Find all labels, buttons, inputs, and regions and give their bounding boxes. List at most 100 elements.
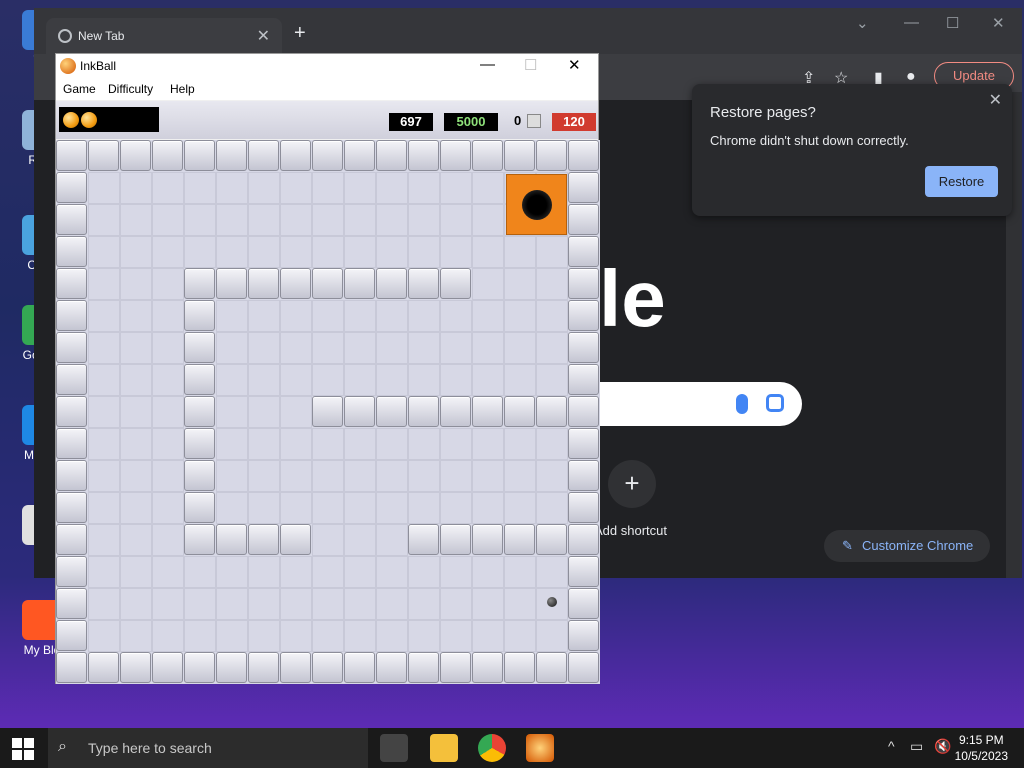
- floor-tile: [216, 172, 248, 204]
- floor-tile: [280, 396, 312, 428]
- clock[interactable]: 9:15 PM 10/5/2023: [955, 732, 1008, 764]
- close-icon[interactable]: ✕: [989, 90, 1002, 110]
- floor-tile: [248, 460, 280, 492]
- floor-tile: [152, 460, 184, 492]
- floor-tile: [408, 172, 440, 204]
- close-button[interactable]: ✕: [992, 14, 1005, 32]
- file-explorer-icon[interactable]: [430, 734, 458, 762]
- tab-search-icon[interactable]: ⌄: [856, 14, 869, 32]
- menu-help[interactable]: Help: [170, 82, 195, 96]
- floor-tile: [120, 556, 152, 588]
- floor-tile: [152, 524, 184, 556]
- task-view-icon[interactable]: [380, 734, 408, 762]
- wall-tile: [312, 652, 343, 683]
- windows-start-icon[interactable]: [12, 738, 34, 760]
- floor-tile: [88, 236, 120, 268]
- floor-tile: [536, 556, 568, 588]
- floor-tile: [344, 428, 376, 460]
- floor-tile: [152, 332, 184, 364]
- wall-tile: [56, 460, 87, 491]
- tab-new-tab[interactable]: New Tab ✕: [46, 18, 282, 54]
- minimize-button[interactable]: —: [904, 14, 919, 31]
- taskbar-search[interactable]: ⌕ Type here to search: [48, 728, 368, 768]
- game-board[interactable]: [56, 140, 600, 684]
- floor-tile: [312, 524, 344, 556]
- wall-tile: [344, 268, 375, 299]
- floor-tile: [280, 588, 312, 620]
- wall-tile: [184, 268, 215, 299]
- floor-tile: [504, 620, 536, 652]
- floor-tile: [88, 524, 120, 556]
- inkball-titlebar[interactable]: InkBall — ☐ ✕: [56, 54, 598, 78]
- floor-tile: [536, 236, 568, 268]
- floor-tile: [248, 556, 280, 588]
- timer-display: 120: [552, 113, 596, 131]
- lens-search-icon[interactable]: [766, 394, 784, 412]
- floor-tile: [216, 492, 248, 524]
- floor-tile: [280, 332, 312, 364]
- menu-difficulty[interactable]: Difficulty: [108, 82, 153, 96]
- wall-tile: [568, 332, 599, 363]
- minimize-button[interactable]: —: [480, 56, 495, 73]
- floor-tile: [152, 300, 184, 332]
- floor-tile: [408, 364, 440, 396]
- inkball-taskbar-icon[interactable]: [526, 734, 554, 762]
- new-tab-button[interactable]: +: [294, 22, 306, 45]
- wall-tile: [568, 460, 599, 491]
- close-button[interactable]: ✕: [568, 56, 581, 74]
- restore-title: Restore pages?: [710, 104, 816, 121]
- wall-tile: [568, 556, 599, 587]
- floor-tile: [376, 300, 408, 332]
- floor-tile: [88, 588, 120, 620]
- network-icon[interactable]: ▭: [910, 738, 923, 755]
- customize-chrome-button[interactable]: ✎ Customize Chrome: [824, 530, 990, 562]
- restore-pages-dialog: Restore pages? Chrome didn't shut down c…: [692, 84, 1012, 216]
- floor-tile: [440, 332, 472, 364]
- floor-tile: [88, 396, 120, 428]
- wall-tile: [152, 652, 183, 683]
- show-hidden-icons[interactable]: ^: [888, 738, 895, 754]
- wall-tile: [184, 300, 215, 331]
- wall-tile: [472, 524, 503, 555]
- floor-tile: [312, 460, 344, 492]
- floor-tile: [376, 620, 408, 652]
- wall-tile: [216, 140, 247, 171]
- maximize-button: ☐: [524, 57, 538, 74]
- floor-tile: [408, 204, 440, 236]
- floor-tile: [152, 556, 184, 588]
- close-tab-icon[interactable]: ✕: [257, 26, 270, 46]
- floor-tile: [216, 236, 248, 268]
- wall-tile: [568, 172, 599, 203]
- wall-tile: [184, 524, 215, 555]
- floor-tile: [216, 364, 248, 396]
- wall-tile: [344, 652, 375, 683]
- floor-tile: [440, 236, 472, 268]
- voice-search-icon[interactable]: [736, 394, 748, 414]
- volume-muted-icon[interactable]: 🔇: [934, 738, 951, 755]
- floor-tile: [88, 268, 120, 300]
- customize-label: Customize Chrome: [862, 538, 974, 553]
- floor-tile: [184, 620, 216, 652]
- floor-tile: [344, 364, 376, 396]
- floor-tile: [216, 332, 248, 364]
- chrome-taskbar-icon[interactable]: [478, 734, 506, 762]
- wall-tile: [88, 652, 119, 683]
- floor-tile: [248, 172, 280, 204]
- wall-tile: [568, 396, 599, 427]
- floor-tile: [472, 236, 504, 268]
- wall-tile: [376, 652, 407, 683]
- add-shortcut-button[interactable]: +: [608, 460, 656, 508]
- floor-tile: [152, 204, 184, 236]
- wall-tile: [248, 268, 279, 299]
- wall-tile: [504, 396, 535, 427]
- wall-tile: [216, 268, 247, 299]
- maximize-button[interactable]: ☐: [946, 14, 959, 32]
- floor-tile: [472, 460, 504, 492]
- menu-game[interactable]: Game: [63, 82, 96, 96]
- floor-tile: [248, 492, 280, 524]
- floor-tile: [536, 332, 568, 364]
- floor-tile: [440, 364, 472, 396]
- wall-tile: [376, 396, 407, 427]
- restore-button[interactable]: Restore: [925, 166, 998, 197]
- floor-tile: [504, 332, 536, 364]
